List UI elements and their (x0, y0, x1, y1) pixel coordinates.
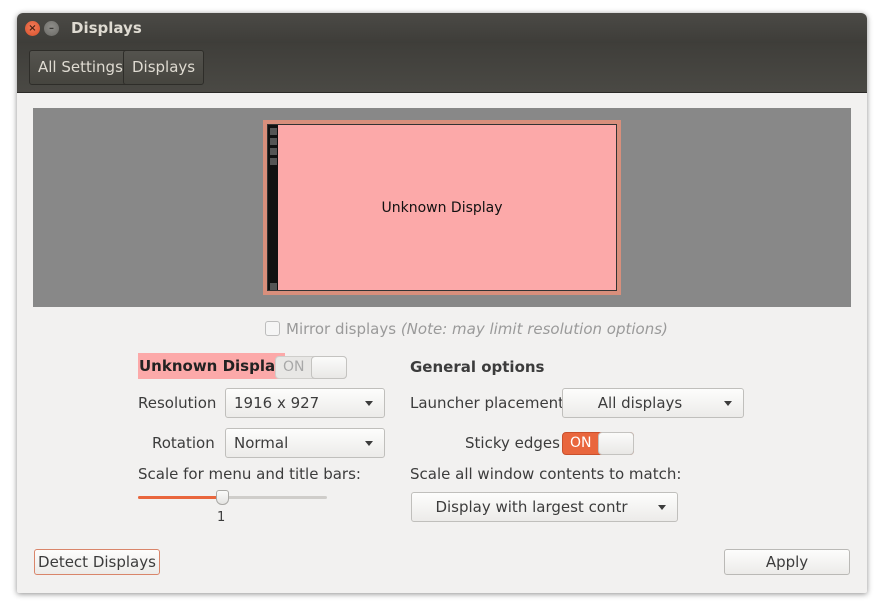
scale-all-value: Display with largest contr (435, 498, 628, 516)
toggle-knob (598, 432, 634, 455)
display-arrangement-area: Unknown Display (33, 108, 851, 307)
launcher-placement-label: Launcher placement (410, 394, 565, 412)
monitor-screen: Unknown Display (267, 124, 617, 291)
launcher-placement-value: All displays (597, 394, 683, 412)
slider-fill (138, 496, 223, 499)
monitor-preview[interactable]: Unknown Display (263, 120, 621, 295)
display-on-toggle[interactable]: ON (275, 356, 347, 379)
resolution-select[interactable]: 1916 x 927 (225, 388, 385, 418)
scale-all-label: Scale all window contents to match: (410, 465, 682, 483)
displays-window: × – Displays All Settings Displays Unkno… (17, 13, 867, 593)
launcher-icon (270, 148, 277, 155)
mirror-note: (Note: may limit resolution options) (400, 320, 668, 338)
breadcrumb-all-settings[interactable]: All Settings (29, 50, 132, 85)
resolution-value: 1916 x 927 (234, 394, 320, 412)
general-options-heading: General options (410, 358, 545, 376)
monitor-label: Unknown Display (381, 200, 503, 216)
chevron-down-icon (365, 441, 373, 446)
scale-slider[interactable] (138, 490, 327, 505)
mirror-displays-checkbox[interactable] (265, 321, 280, 336)
launcher-icon (270, 158, 277, 165)
mirror-displays-row: Mirror displays (Note: may limit resolut… (265, 320, 668, 338)
mirror-displays-label: Mirror displays (286, 320, 397, 338)
title-bar: × – Displays (17, 13, 867, 43)
toolbar: All Settings Displays (17, 43, 867, 93)
resolution-label: Resolution (138, 394, 217, 412)
sticky-toggle-label: ON (570, 435, 592, 451)
toggle-knob (311, 356, 347, 379)
launcher-placement-select[interactable]: All displays (562, 388, 744, 418)
apply-button[interactable]: Apply (724, 549, 850, 575)
scale-menu-label: Scale for menu and title bars: (138, 465, 361, 483)
rotation-value: Normal (234, 434, 289, 452)
detect-displays-button[interactable]: Detect Displays (34, 549, 160, 575)
breadcrumb-displays[interactable]: Displays (123, 50, 205, 85)
launcher-icon (270, 128, 277, 135)
chevron-down-icon (365, 401, 373, 406)
rotation-select[interactable]: Normal (225, 428, 385, 458)
chevron-down-icon (724, 401, 732, 406)
slider-thumb[interactable] (216, 490, 229, 505)
launcher-icon (270, 138, 277, 145)
rotation-label: Rotation (152, 434, 215, 452)
minimize-icon[interactable]: – (44, 21, 59, 36)
window-title: Displays (71, 19, 142, 37)
launcher-icon (270, 283, 277, 290)
scale-all-select[interactable]: Display with largest contr (411, 492, 678, 522)
display-toggle-label: ON (283, 359, 305, 375)
close-icon[interactable]: × (25, 21, 40, 36)
chevron-down-icon (658, 505, 666, 510)
scale-value: 1 (217, 510, 226, 525)
sticky-edges-toggle[interactable]: ON (562, 432, 634, 455)
sticky-edges-label: Sticky edges (465, 434, 560, 452)
selected-display-name: Unknown Display (138, 353, 286, 379)
